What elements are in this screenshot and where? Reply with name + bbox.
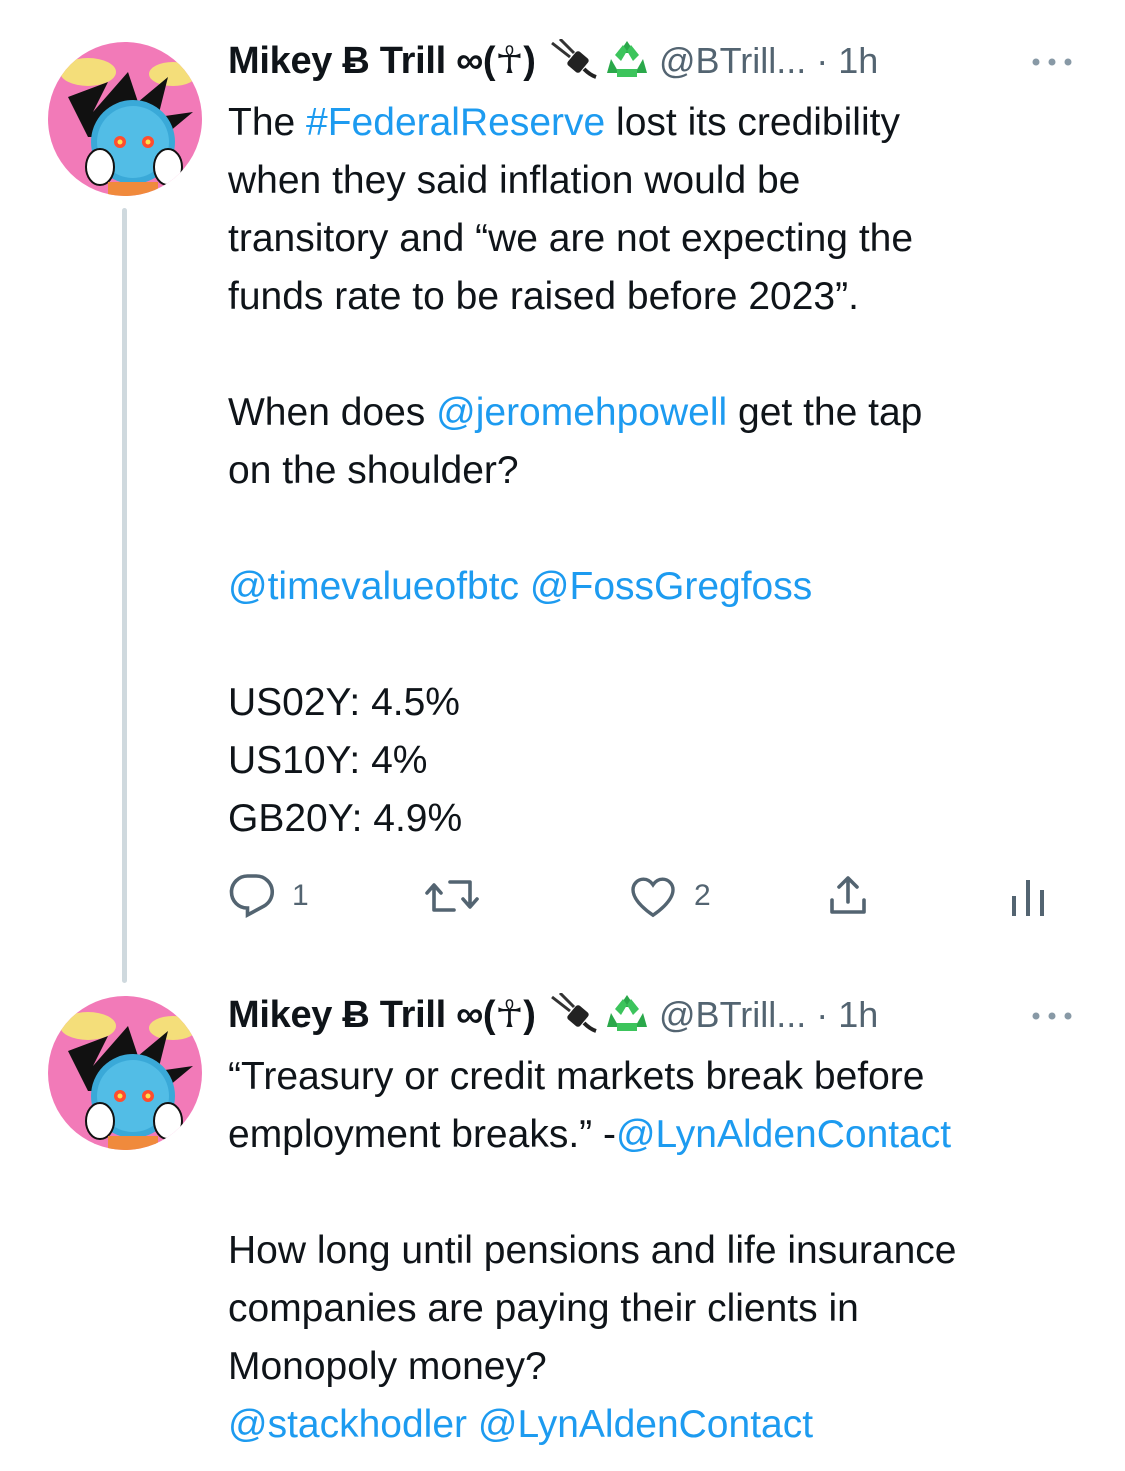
like-icon (631, 877, 675, 918)
reply-button[interactable]: 1 (228, 868, 309, 924)
text-segment: When does (228, 391, 437, 434)
text-line: US10Y: 4% (228, 732, 1108, 790)
text-segment (467, 1403, 478, 1446)
text-segment: GB20Y: 4.9% (228, 797, 463, 840)
more-icon[interactable] (1028, 55, 1076, 75)
text-line: @stackhodler @LynAldenContact (228, 1396, 1108, 1454)
mention-link[interactable]: @LynAldenContact (478, 1403, 813, 1446)
text-line: Monopoly money? (228, 1338, 1108, 1396)
text-segment: “Treasury or credit markets break before (228, 1055, 925, 1098)
share-button[interactable] (824, 868, 872, 924)
recycle-icon (605, 39, 649, 84)
avatar[interactable] (48, 996, 202, 1150)
text-segment: when they said inflation would be (228, 159, 801, 202)
analytics-icon (1012, 880, 1044, 916)
hashtag-link[interactable]: #FederalReserve (306, 101, 605, 144)
text-segment: get the tap (727, 391, 923, 434)
text-line: on the shoulder? (228, 442, 1108, 500)
mention-link[interactable]: @jeromehpowell (436, 391, 727, 434)
mention-link[interactable]: @LynAldenContact (616, 1113, 951, 1156)
text-line: companies are paying their clients in (228, 1280, 1108, 1338)
mention-link[interactable]: @FossGregfoss (530, 565, 812, 608)
text-segment (519, 565, 530, 608)
text-line: US02Y: 4.5% (228, 674, 1108, 732)
tweet-header: Mikey Ƀ Trill ∞(☥) @BTrill... · 1h (228, 37, 1078, 88)
plug-icon (550, 37, 598, 84)
text-line: transitory and “we are not expecting the (228, 210, 1108, 268)
recycle-icon (605, 993, 649, 1038)
text-line: How long until pensions and life insuran… (228, 1222, 1108, 1280)
handle-and-time[interactable]: @BTrill... · 1h (659, 994, 878, 1035)
text-line: When does @jeromehpowell get the tap (228, 384, 1108, 442)
like-count: 2 (694, 879, 711, 912)
more-icon[interactable] (1028, 1009, 1076, 1029)
text-segment: US10Y: 4% (228, 739, 428, 782)
analytics-button[interactable] (1008, 868, 1048, 924)
text-segment: employment breaks.” - (228, 1113, 616, 1156)
text-segment: transitory and “we are not expecting the (228, 217, 914, 260)
tweet-text: The #FederalReserve lost its credibility… (228, 94, 1108, 848)
author-name[interactable]: Mikey Ƀ Trill ∞(☥) (228, 40, 536, 82)
text-line: when they said inflation would be (228, 152, 1108, 210)
text-segment: lost its credibility (605, 101, 900, 144)
mention-link[interactable]: @stackhodler (228, 1403, 467, 1446)
text-line: employment breaks.” -@LynAldenContact (228, 1106, 1108, 1164)
share-icon (830, 876, 866, 914)
plug-icon (550, 991, 598, 1038)
retweet-button[interactable] (424, 868, 496, 924)
retweet-icon (425, 880, 479, 912)
mention-link[interactable]: @timevalueofbtc (228, 565, 519, 608)
tweet-text: “Treasury or credit markets break before… (228, 1048, 1108, 1454)
text-segment: Monopoly money? (228, 1345, 547, 1388)
text-line: funds rate to be raised before 2023”. (228, 268, 1108, 326)
tweet-header: Mikey Ƀ Trill ∞(☥) @BTrill... · 1h (228, 991, 1078, 1042)
reply-icon (229, 874, 275, 919)
reply-count: 1 (292, 879, 309, 912)
text-segment: How long until pensions and life insuran… (228, 1229, 957, 1272)
like-button[interactable]: 2 (628, 868, 711, 924)
text-segment: on the shoulder? (228, 449, 519, 492)
tweet-actions: 1 2 (228, 868, 1058, 928)
text-segment: companies are paying their clients in (228, 1287, 859, 1330)
text-segment: The (228, 101, 307, 144)
text-line: The #FederalReserve lost its credibility (228, 94, 1108, 152)
text-line: GB20Y: 4.9% (228, 790, 1108, 848)
text-segment: funds rate to be raised before 2023”. (228, 275, 859, 318)
text-line: “Treasury or credit markets break before (228, 1048, 1108, 1106)
avatar[interactable] (48, 42, 202, 196)
handle-and-time[interactable]: @BTrill... · 1h (659, 40, 878, 81)
author-name[interactable]: Mikey Ƀ Trill ∞(☥) (228, 994, 536, 1036)
text-line: @timevalueofbtc @FossGregfoss (228, 558, 1108, 616)
text-segment: US02Y: 4.5% (228, 681, 460, 724)
thread-connector-line (122, 208, 127, 983)
